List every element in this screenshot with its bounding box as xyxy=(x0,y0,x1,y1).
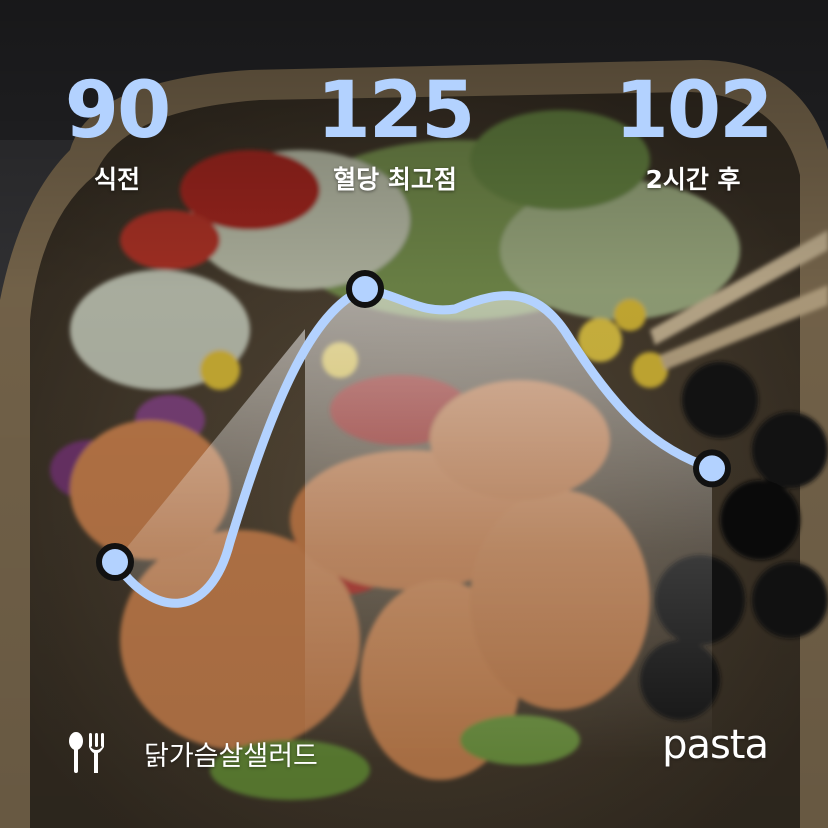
curve-area-fill xyxy=(115,289,712,760)
two-hours-after-marker xyxy=(693,449,731,488)
brand-logo: pasta xyxy=(662,722,769,768)
utensils-icon xyxy=(69,732,104,773)
glucose-curve xyxy=(96,270,731,760)
peak-glucose-marker xyxy=(346,270,384,308)
before-meal-marker xyxy=(96,543,134,581)
meal-name: 닭가슴살샐러드 xyxy=(144,740,318,772)
glucose-share-card: 90 식전 125 혈당 최고점 102 2시간 후 닭가슴살샐러드 pasta xyxy=(0,0,828,828)
meal-label: 닭가슴살샐러드 xyxy=(66,730,318,776)
